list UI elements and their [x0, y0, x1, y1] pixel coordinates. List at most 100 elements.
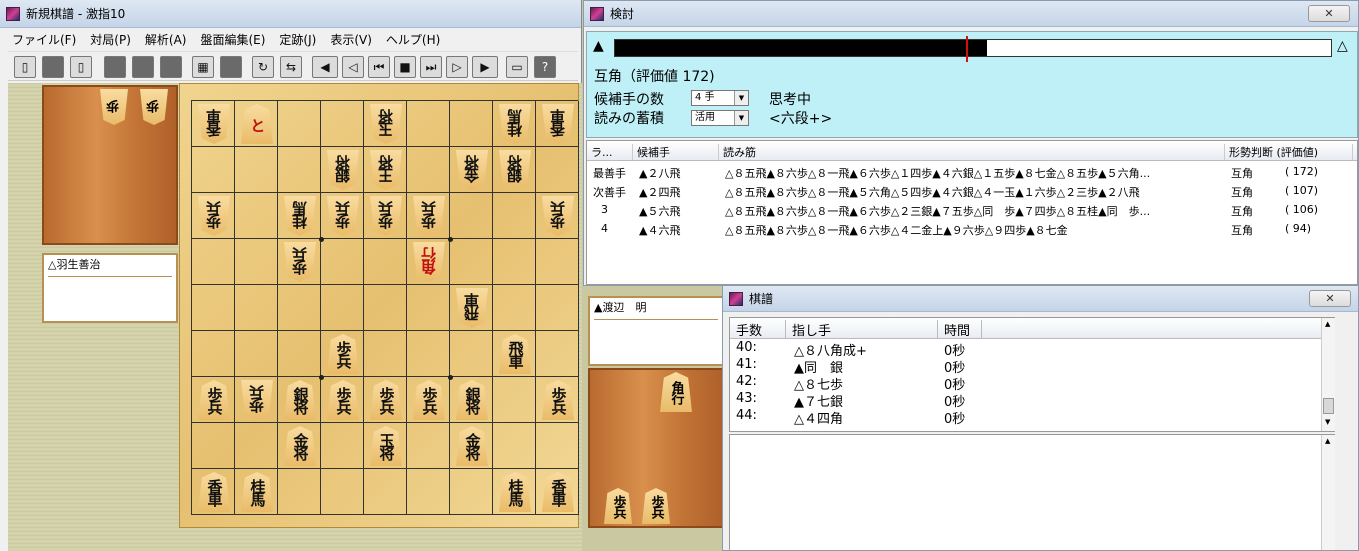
step-back-icon[interactable]: ◁: [342, 56, 364, 78]
board-square[interactable]: [192, 147, 235, 193]
gote-piece[interactable]: 歩兵: [413, 196, 445, 236]
board-square[interactable]: [450, 193, 493, 239]
board-square[interactable]: [536, 147, 579, 193]
sente-hand-piece[interactable]: 角行: [660, 372, 692, 412]
candidate-row[interactable]: 次善手 ▲２四飛 △８五飛▲８六歩△８一飛▲５六角△５四歩▲４六銀△４一玉▲１六歩△…: [587, 182, 1357, 201]
rotate-icon[interactable]: ⇆: [280, 56, 302, 78]
kifu-move-row[interactable]: 44: △４四角 0秒: [730, 408, 1334, 427]
board-square[interactable]: [364, 331, 407, 377]
menu-help[interactable]: ヘルプ(H): [386, 31, 440, 48]
candidate-row[interactable]: 最善手 ▲２八飛 △８五飛▲８六歩△８一飛▲６六歩△１四歩▲４六銀△１五歩▲８七金△…: [587, 163, 1357, 182]
sente-piece[interactable]: 玉将: [370, 426, 402, 466]
gote-piece[interactable]: 歩兵: [284, 242, 316, 282]
board-square[interactable]: [407, 285, 450, 331]
board-square[interactable]: [235, 193, 278, 239]
kifu-close-button[interactable]: ✕: [1309, 290, 1351, 307]
board-square[interactable]: [235, 423, 278, 469]
gote-piece[interactable]: 桂馬: [499, 104, 531, 144]
kifu-move-row[interactable]: 43: ▲７七銀 0秒: [730, 391, 1334, 410]
board-square[interactable]: [235, 147, 278, 193]
sente-piece[interactable]: 歩兵: [327, 334, 359, 374]
board-square[interactable]: [450, 101, 493, 147]
board-square[interactable]: [321, 285, 364, 331]
menu-view[interactable]: 表示(V): [330, 31, 372, 48]
board-square[interactable]: [192, 239, 235, 285]
scroll-thumb[interactable]: [1323, 398, 1334, 414]
scroll-up-icon[interactable]: ▲: [1325, 437, 1330, 445]
board-square[interactable]: [450, 239, 493, 285]
sente-piece[interactable]: と: [241, 104, 273, 144]
sente-piece[interactable]: 歩兵: [198, 380, 230, 420]
sente-piece[interactable]: 歩兵: [327, 380, 359, 420]
jump-end-icon[interactable]: ▶: [472, 56, 498, 78]
sente-piece[interactable]: 金将: [456, 426, 488, 466]
board-square[interactable]: [278, 147, 321, 193]
menu-joseki[interactable]: 定跡(J): [279, 31, 316, 48]
step-forward-icon[interactable]: ▷: [446, 56, 468, 78]
column-judgement[interactable]: 形勢判断 (評価値): [1225, 144, 1353, 160]
monitor-icon[interactable]: ▭: [506, 56, 528, 78]
gote-hand-piece[interactable]: 歩: [100, 89, 128, 125]
board-square[interactable]: [364, 469, 407, 515]
gote-piece[interactable]: 歩兵: [327, 196, 359, 236]
board-square[interactable]: [407, 101, 450, 147]
board-square[interactable]: [536, 239, 579, 285]
board-square[interactable]: [407, 469, 450, 515]
edit-icon[interactable]: [220, 56, 242, 78]
board-square[interactable]: [536, 423, 579, 469]
sente-piece[interactable]: 歩兵: [370, 380, 402, 420]
sente-piece[interactable]: 銀将: [284, 380, 316, 420]
gote-piece[interactable]: 角行: [413, 242, 445, 282]
redo-icon[interactable]: [132, 56, 154, 78]
sente-piece[interactable]: 桂馬: [241, 472, 273, 512]
board-square[interactable]: [536, 331, 579, 377]
jump-start-icon[interactable]: ◀: [312, 56, 338, 78]
menu-board-edit[interactable]: 盤面編集(E): [200, 31, 265, 48]
board-square[interactable]: [321, 469, 364, 515]
board-square[interactable]: [493, 423, 536, 469]
board-square[interactable]: [536, 285, 579, 331]
board-square[interactable]: [493, 193, 536, 239]
board-square[interactable]: [278, 469, 321, 515]
column-line[interactable]: 読み筋: [719, 144, 1225, 160]
board-square[interactable]: [321, 101, 364, 147]
flip-board-icon[interactable]: ↻: [252, 56, 274, 78]
sente-piece[interactable]: 銀将: [456, 380, 488, 420]
sente-piece[interactable]: 飛車: [499, 334, 531, 374]
candidate-row[interactable]: 4 ▲４六飛 △８五飛▲８六歩△８一飛▲６六歩△４二金上▲９六歩△９四歩▲８七金 互角…: [587, 220, 1357, 239]
kifu-move-row[interactable]: 40: △８八角成+ 0秒: [730, 340, 1334, 359]
gote-piece[interactable]: 飛車: [456, 288, 488, 328]
board-square[interactable]: [407, 147, 450, 193]
tool-icon[interactable]: [160, 56, 182, 78]
forward-icon[interactable]: ⏭: [420, 56, 442, 78]
new-file-icon[interactable]: ▯: [14, 56, 36, 78]
column-rank[interactable]: ラ...: [587, 144, 633, 160]
board-square[interactable]: [321, 239, 364, 285]
column-move-text[interactable]: 指し手: [786, 320, 938, 339]
gote-piece[interactable]: 玉将: [370, 104, 402, 144]
analysis-close-button[interactable]: ✕: [1308, 5, 1350, 22]
board-square[interactable]: [235, 285, 278, 331]
board-square[interactable]: [321, 423, 364, 469]
board-square[interactable]: [235, 331, 278, 377]
open-file-icon[interactable]: [42, 56, 64, 78]
gote-piece[interactable]: 香車: [198, 104, 230, 144]
kifu-comment-area[interactable]: ▲: [729, 434, 1335, 551]
back-icon[interactable]: ⏮: [368, 56, 390, 78]
board-square[interactable]: [364, 285, 407, 331]
board-square[interactable]: [407, 423, 450, 469]
gote-piece[interactable]: 桂馬: [284, 196, 316, 236]
gote-piece[interactable]: 金将: [456, 150, 488, 190]
board-square[interactable]: [278, 101, 321, 147]
board-square[interactable]: [493, 285, 536, 331]
sente-piece[interactable]: 金将: [284, 426, 316, 466]
menu-file[interactable]: ファイル(F): [12, 31, 76, 48]
board-square[interactable]: [407, 331, 450, 377]
scroll-up-icon[interactable]: ▲: [1325, 320, 1330, 328]
gote-piece[interactable]: 歩兵: [542, 196, 574, 236]
help-icon[interactable]: ?: [534, 56, 556, 78]
board-square[interactable]: [364, 239, 407, 285]
gote-piece[interactable]: 王将: [370, 150, 402, 190]
save-file-icon[interactable]: ▯: [70, 56, 92, 78]
column-move-number[interactable]: 手数: [730, 320, 786, 339]
